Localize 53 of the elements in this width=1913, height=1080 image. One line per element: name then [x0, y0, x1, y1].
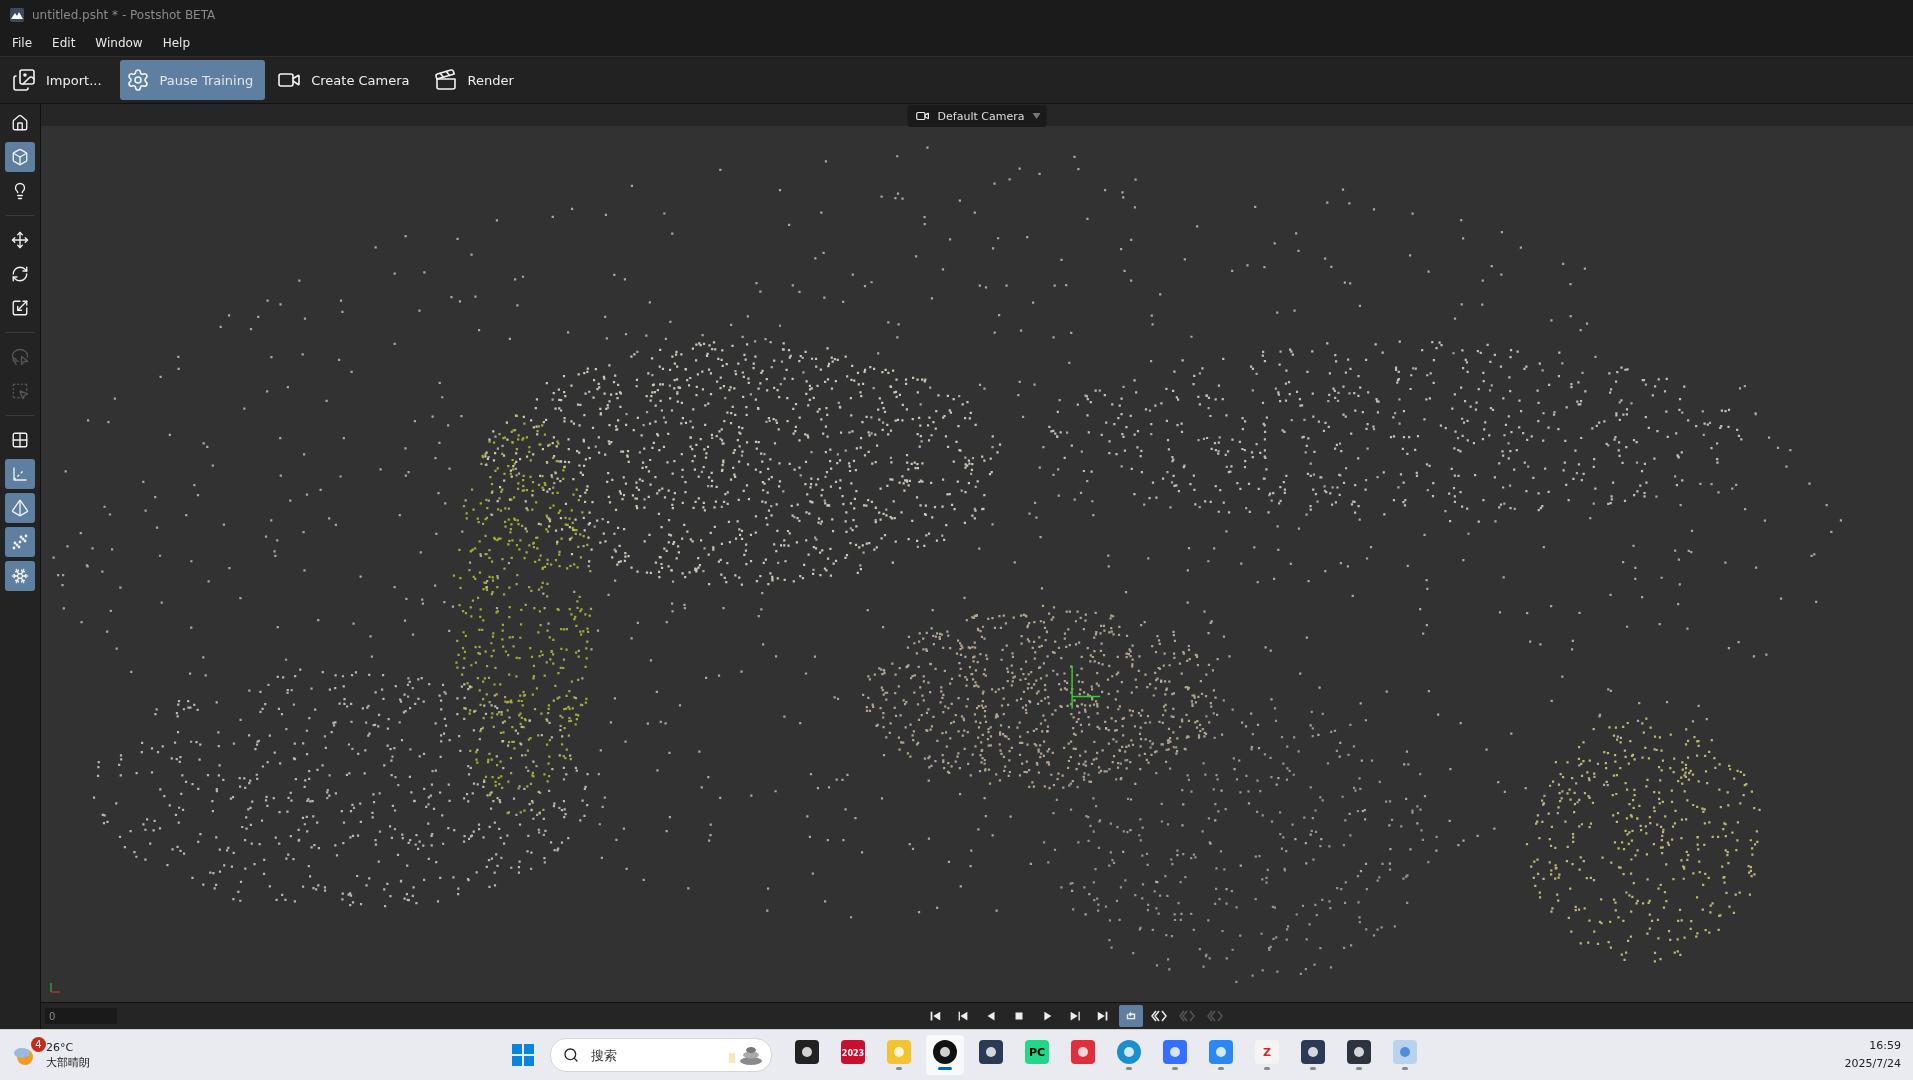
- clock-time: 16:59: [1869, 1038, 1901, 1054]
- camera-dropdown[interactable]: Default Camera: [907, 105, 1047, 127]
- toolbar-button[interactable]: Import...: [6, 60, 114, 100]
- taskbar-app[interactable]: [926, 1035, 964, 1075]
- search-bar[interactable]: 搜索: [550, 1038, 772, 1072]
- box-select-icon: [11, 382, 29, 400]
- home-icon: [11, 114, 29, 132]
- axis-gizmo-icon: [49, 982, 61, 994]
- pyramid-icon: [11, 499, 29, 517]
- step-back-icon: [956, 1009, 970, 1023]
- dots-icon: [11, 533, 29, 551]
- scale-icon: [11, 299, 29, 317]
- gear-icon: [125, 68, 150, 92]
- double-arrow-icon: [1179, 1009, 1195, 1023]
- camera-cube-icon: [11, 148, 29, 166]
- rotate-icon: [11, 265, 29, 283]
- taskbar-app[interactable]: PC: [1018, 1035, 1056, 1075]
- taskbar-app[interactable]: Z: [1248, 1035, 1286, 1075]
- toolbar-button[interactable]: Render: [427, 60, 526, 100]
- menu-item[interactable]: Help: [154, 32, 199, 54]
- temperature: 26°C: [46, 1040, 75, 1055]
- step-forward-icon: [1068, 1009, 1082, 1023]
- taskbar-app[interactable]: 2023: [834, 1035, 872, 1075]
- notification-count: 4: [31, 1037, 46, 1052]
- menu-item[interactable]: Edit: [44, 32, 84, 54]
- images-icon: [12, 68, 36, 92]
- window-title: untitled.psht * - Postshot BETA: [32, 8, 216, 22]
- letter-app-icon: Z: [1255, 1040, 1279, 1064]
- double-arrow-icon: [1207, 1009, 1223, 1023]
- axes-icon: [11, 465, 29, 483]
- solidworks-tile-icon: 2023: [841, 1040, 865, 1064]
- code-editor-icon: PC: [1025, 1040, 1049, 1064]
- clock-date: 2025/7/24: [1844, 1056, 1901, 1072]
- caret-icon: [1032, 113, 1041, 119]
- weather-condition: 大部晴朗: [46, 1055, 90, 1070]
- toolbar-button[interactable]: Create Camera: [271, 60, 422, 100]
- move-icon: [11, 231, 29, 249]
- viewport[interactable]: Default Camera: [41, 104, 1913, 1002]
- double-arrow-icon: [1151, 1009, 1167, 1023]
- skip-start-icon: [928, 1009, 942, 1023]
- frame-field[interactable]: 0: [45, 1008, 117, 1024]
- search-icon: [563, 1047, 579, 1063]
- mountain-logo-icon: [10, 8, 24, 22]
- menu-item[interactable]: Window: [87, 32, 151, 54]
- search-input[interactable]: 搜索: [589, 1046, 713, 1064]
- video-camera-icon: [915, 109, 930, 123]
- grid-icon: [11, 431, 29, 449]
- skip-end-icon: [1096, 1009, 1110, 1023]
- snowflake-icon: [11, 567, 29, 585]
- menu-item[interactable]: File: [4, 32, 41, 54]
- clapperboard-icon: [433, 68, 458, 92]
- windows-logo-icon[interactable]: [512, 1044, 534, 1066]
- lasso-select-icon: [11, 348, 29, 366]
